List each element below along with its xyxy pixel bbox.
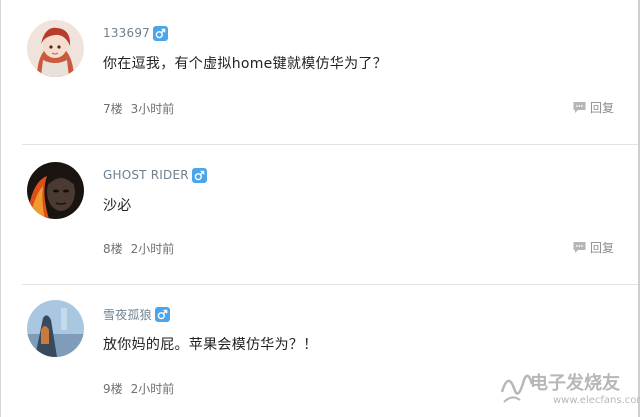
male-symbol-icon: [154, 306, 170, 322]
reply-label: 回复: [590, 101, 615, 115]
avatar[interactable]: [27, 300, 84, 357]
comment-text: 放你妈的屁。苹果会模仿华为？！: [103, 337, 318, 353]
reply-label: 回复: [590, 241, 615, 255]
username[interactable]: 雪夜孤狼: [103, 306, 152, 323]
watermark-logo: 电子发烧友 www.elecfans.com: [500, 362, 640, 417]
comment-meta: 9楼 2小时前: [103, 380, 174, 397]
avatar[interactable]: [27, 162, 84, 219]
username-row: 133697: [103, 24, 169, 42]
waveform-logo-icon: [500, 374, 534, 403]
timestamp: 2小时前: [130, 242, 175, 256]
divider: [22, 144, 638, 145]
male-symbol-icon: [153, 25, 169, 41]
floor-number: 8楼: [103, 242, 123, 256]
watermark-url: www.elecfans.com: [553, 395, 640, 406]
floor-number: 9楼: [103, 382, 123, 396]
comment-text: 你在逗我，有个虚拟home键就模仿华为了？: [103, 56, 387, 72]
male-symbol-icon: [191, 167, 207, 183]
avatar[interactable]: [27, 20, 84, 77]
divider: [22, 284, 638, 285]
watermark-brand: 电子发烧友: [530, 373, 620, 394]
username-row: 雪夜孤狼: [103, 305, 170, 323]
left-border: [0, 0, 1, 417]
speech-bubble-icon: [573, 102, 586, 113]
reply-button[interactable]: 回复: [572, 99, 614, 116]
floor-number: 7楼: [103, 102, 123, 116]
timestamp: 2小时前: [130, 382, 175, 396]
comment-meta: 7楼 3小时前: [103, 100, 174, 117]
username[interactable]: 133697: [103, 26, 150, 40]
speech-bubble-icon: [573, 242, 586, 253]
comment-text: 沙必: [103, 198, 132, 214]
username[interactable]: GHOST RIDER: [103, 168, 189, 182]
timestamp: 3小时前: [130, 102, 175, 116]
comment-meta: 8楼 2小时前: [103, 240, 174, 257]
username-row: GHOST RIDER: [103, 166, 207, 184]
reply-button[interactable]: 回复: [572, 239, 614, 256]
